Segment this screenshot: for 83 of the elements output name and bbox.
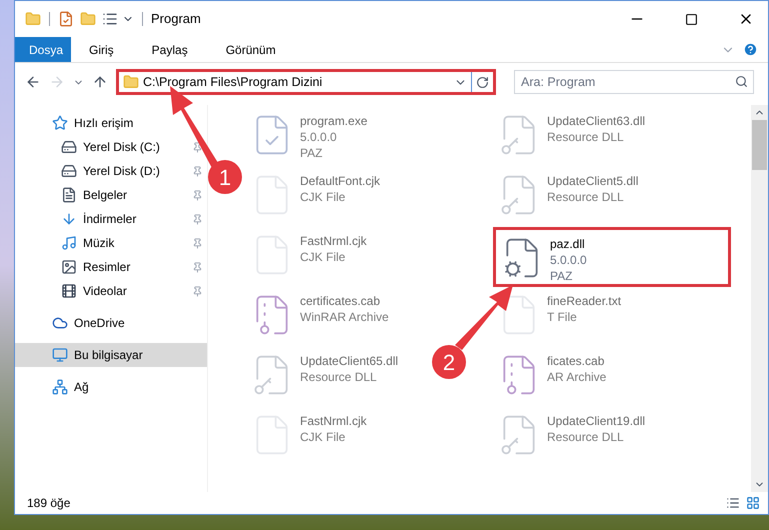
sidebar-item[interactable]: Resimler bbox=[15, 255, 207, 279]
sidebar-item[interactable]: Belgeler bbox=[15, 183, 207, 207]
file-detail: Resource DLL bbox=[547, 189, 625, 205]
file-detail: Resource DLL bbox=[547, 429, 625, 445]
file-name: UpdateClient5.dll bbox=[547, 173, 638, 189]
file-name: UpdateClient19.dll bbox=[547, 413, 646, 429]
file-item[interactable]: DefaultFont.cjk CJK File bbox=[246, 167, 384, 227]
star-icon bbox=[52, 115, 68, 131]
network-icon bbox=[52, 379, 68, 395]
window-title: Program bbox=[151, 10, 202, 28]
computer-icon bbox=[52, 347, 68, 363]
ribbon-tab[interactable]: Görünüm bbox=[212, 37, 290, 62]
details-view-icon[interactable] bbox=[726, 496, 740, 510]
search-icon bbox=[735, 75, 748, 88]
file-name: paz.dll bbox=[550, 236, 586, 252]
sidebar-item[interactable]: Ağ bbox=[15, 375, 207, 399]
file-item[interactable]: UpdateClient63.dll Resource DLL bbox=[493, 107, 650, 167]
file-detail: 5.0.0.0 bbox=[300, 129, 338, 145]
ribbon-tab[interactable]: Giriş bbox=[75, 37, 128, 62]
sidebar-item[interactable]: Hızlı erişim bbox=[15, 111, 207, 135]
file-name: fineReader.txt bbox=[547, 293, 622, 309]
file-name: UpdateClient63.dll bbox=[547, 113, 646, 129]
file-item[interactable]: paz.dll 5.0.0.0 PAZ bbox=[493, 227, 731, 287]
file-detail: AR Archive bbox=[547, 369, 606, 385]
search-field[interactable]: Ara: Program bbox=[514, 70, 754, 94]
file-name: program.exe bbox=[300, 113, 368, 129]
file-item[interactable]: UpdateClient65.dll Resource DLL bbox=[246, 347, 402, 407]
file-detail: Resource DLL bbox=[300, 369, 378, 385]
address-path: C:\Program Files\Program Dizini bbox=[143, 74, 324, 91]
item-count: 189 öğe bbox=[27, 495, 72, 512]
file-detail: PAZ bbox=[300, 145, 324, 161]
file-detail: CJK File bbox=[300, 429, 346, 445]
document-icon bbox=[61, 187, 77, 203]
folder-icon bbox=[25, 11, 41, 27]
sidebar-item[interactable]: Yerel Disk (C:) bbox=[15, 135, 207, 159]
file-name: DefaultFont.cjk bbox=[300, 173, 380, 189]
file-detail: PAZ bbox=[550, 268, 574, 284]
download-icon bbox=[61, 211, 77, 227]
file-name: certificates.cab bbox=[300, 293, 382, 309]
refresh-icon[interactable] bbox=[476, 76, 489, 88]
drive-icon bbox=[61, 139, 77, 155]
film-icon bbox=[61, 283, 77, 299]
file-detail: 5.0.0.0 bbox=[550, 252, 587, 268]
ribbon-tab[interactable]: Paylaş bbox=[138, 37, 202, 62]
properties-icon[interactable] bbox=[58, 11, 74, 27]
file-item[interactable]: UpdateClient5.dll Resource DLL bbox=[493, 167, 642, 227]
picture-icon bbox=[61, 259, 77, 275]
file-name: ficates.cab bbox=[547, 353, 606, 369]
music-icon bbox=[61, 235, 77, 251]
file-item[interactable]: certificates.cab WinRAR Archive bbox=[246, 287, 393, 347]
sidebar-item[interactable]: Videolar bbox=[15, 279, 207, 303]
help-icon[interactable] bbox=[743, 42, 758, 57]
file-name: FastNrml.cjk bbox=[300, 233, 367, 249]
file-detail: WinRAR Archive bbox=[300, 309, 389, 325]
sidebar-item[interactable]: İndirmeler bbox=[15, 207, 207, 231]
file-name: UpdateClient65.dll bbox=[300, 353, 398, 369]
file-detail: Resource DLL bbox=[547, 129, 625, 145]
cloud-icon bbox=[52, 315, 68, 331]
file-detail: CJK File bbox=[300, 189, 346, 205]
folder-icon bbox=[123, 74, 139, 90]
file-item[interactable]: ficates.cab AR Archive bbox=[493, 347, 610, 407]
back-icon[interactable] bbox=[25, 74, 41, 90]
scroll-thumb[interactable] bbox=[752, 120, 767, 170]
file-name: FastNrml.cjk bbox=[300, 413, 367, 429]
address-bar[interactable]: C:\Program Files\Program Dizini bbox=[116, 69, 496, 95]
scrollbar[interactable] bbox=[751, 105, 768, 492]
file-detail: T File bbox=[547, 309, 578, 325]
up-icon[interactable] bbox=[92, 74, 108, 90]
file-item[interactable]: UpdateClient19.dll Resource DLL bbox=[493, 407, 650, 467]
drive-icon bbox=[61, 163, 77, 179]
maximize-icon[interactable] bbox=[685, 12, 698, 26]
sidebar-item[interactable]: Bu bilgisayar bbox=[15, 343, 207, 367]
sidebar-item[interactable]: Yerel Disk (D:) bbox=[15, 159, 207, 183]
tiles-view-icon[interactable] bbox=[746, 496, 760, 510]
file-item[interactable]: FastNrml.cjk CJK File bbox=[246, 407, 371, 467]
annotation-arrow bbox=[455, 285, 513, 350]
sidebar-item[interactable]: Müzik bbox=[15, 231, 207, 255]
file-item[interactable]: FastNrml.cjk CJK File bbox=[246, 227, 371, 287]
file-detail: CJK File bbox=[300, 249, 346, 265]
sidebar-item[interactable]: OneDrive bbox=[15, 311, 207, 335]
file-item[interactable]: program.exe 5.0.0.0 PAZ bbox=[246, 107, 372, 167]
list-icon[interactable] bbox=[102, 11, 118, 27]
ribbon-tab[interactable]: Dosya bbox=[15, 37, 71, 62]
